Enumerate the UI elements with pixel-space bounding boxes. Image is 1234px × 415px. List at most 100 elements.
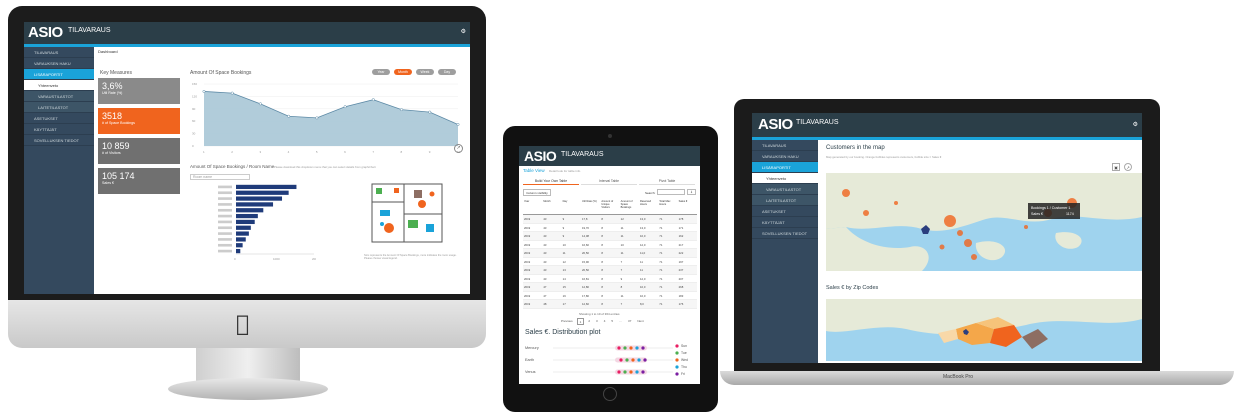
data-point[interactable] (637, 358, 641, 362)
data-point[interactable] (623, 346, 627, 350)
sidebar-item[interactable]: SOVELLUKSEN TIEDOT (24, 135, 94, 146)
range-year-button[interactable]: Year (372, 69, 390, 75)
bar[interactable] (236, 243, 243, 248)
bar[interactable] (236, 219, 255, 225)
brand-logo[interactable]: ASIO (524, 148, 557, 164)
sidebar-item[interactable]: ASETUKSET (24, 113, 94, 124)
table-row[interactable]: 2019 43 12 15,90 8 7 11 71 197 (523, 258, 697, 266)
pagination-button[interactable]: Previous (559, 318, 575, 325)
sidebar-item[interactable]: KÄYTTÄJÄT (24, 124, 94, 135)
kpi-space-bookings[interactable]: 3518 # of Space Bookings (98, 108, 180, 134)
data-point[interactable] (315, 116, 319, 120)
data-point[interactable] (456, 123, 460, 126)
pagination-button[interactable]: 1 (576, 318, 585, 325)
sidebar-item[interactable]: KÄYTTÄJÄT (752, 217, 818, 228)
column-header[interactable]: Amount of Unique Visitors (600, 199, 619, 214)
table-row[interactable]: 2019 43 10 16,60 8 10 12,0 71 217 (523, 241, 697, 249)
data-point[interactable] (230, 91, 234, 95)
data-point[interactable] (202, 89, 206, 93)
table-row[interactable]: 2019 43 9 17,8 8 12 13,0 71 178 (523, 215, 697, 224)
data-point[interactable] (400, 108, 404, 112)
export-button[interactable]: ⇩ (687, 189, 696, 195)
bar[interactable] (236, 208, 264, 213)
sidebar-item[interactable]: ASETUKSET (752, 206, 818, 217)
pagination-button[interactable]: … (617, 318, 624, 325)
data-point[interactable] (641, 370, 645, 374)
sidebar-item[interactable]: TILAVARAUS (752, 140, 818, 151)
customers-map[interactable]: Bookings 1 / Customer 1 Sales € 1174 (826, 173, 1142, 271)
bar[interactable] (236, 225, 251, 230)
data-point[interactable] (631, 358, 635, 362)
data-point[interactable] (629, 346, 633, 350)
data-point[interactable] (287, 114, 291, 118)
bar[interactable] (236, 202, 274, 207)
table-row[interactable]: 2019 47 16 17,80 8 11 10,0 71 183 (523, 292, 697, 300)
range-month-button[interactable]: Month (394, 69, 412, 75)
sidebar-item[interactable]: VARAUSTILASTOT (752, 184, 818, 195)
brand-logo[interactable]: ASIO (28, 24, 63, 41)
sidebar-item[interactable]: VARAUKSEN HAKU (24, 58, 94, 69)
camera-icon[interactable]: ▣ (1112, 163, 1120, 171)
data-point[interactable] (643, 358, 647, 362)
pagination-button[interactable]: 3 (594, 318, 600, 325)
pagination-button[interactable]: 5 (609, 318, 615, 325)
expand-icon[interactable]: ↗ (454, 144, 463, 153)
table-row[interactable]: 2019 43 13 20,50 8 7 11 71 237 (523, 266, 697, 275)
range-day-button[interactable]: Day (438, 69, 456, 75)
column-header[interactable]: Year (523, 199, 542, 214)
room-filter-input[interactable]: Room name (190, 174, 250, 180)
data-point[interactable] (617, 346, 621, 350)
table-row[interactable]: 2019 48 17 12,60 8 7 8,0 71 176 (523, 300, 697, 309)
expand-icon[interactable]: ↗ (1124, 163, 1132, 171)
sidebar-item[interactable]: VARAUSTILASTOT (24, 91, 94, 102)
bar[interactable] (236, 248, 241, 254)
column-header[interactable]: Sales € (678, 199, 697, 214)
subtab-interval-table[interactable]: Interval Table (581, 178, 637, 185)
data-point[interactable] (641, 346, 645, 350)
table-row[interactable]: 2019 43 11 20,50 8 11 11,0 71 222 (523, 249, 697, 258)
column-header[interactable]: Month (542, 199, 561, 214)
pagination-button[interactable]: 37 (626, 318, 633, 325)
kpi-sales[interactable]: 105 174 Sales € (98, 168, 180, 194)
range-week-button[interactable]: Week (416, 69, 434, 75)
bar[interactable] (236, 190, 289, 195)
subtab-pivot-table[interactable]: Pivot Table (639, 178, 695, 185)
subtab-build-table[interactable]: Build Your Own Table (523, 178, 579, 185)
table-row[interactable]: 2019 43 9 14,08 8 11 10,0 71 162 (523, 232, 697, 241)
bar[interactable] (236, 184, 297, 190)
data-point[interactable] (623, 370, 627, 374)
search-input[interactable] (657, 189, 685, 195)
kpi-visitors[interactable]: 10 859 # of Visitors (98, 138, 180, 164)
zip-code-map[interactable] (826, 299, 1142, 361)
data-point[interactable] (629, 370, 633, 374)
column-visibility-button[interactable]: Column visibility (523, 189, 551, 196)
pagination-button[interactable]: 4 (602, 318, 608, 325)
bar[interactable] (236, 196, 283, 201)
sidebar-item[interactable]: TILAVARAUS (24, 47, 94, 58)
column-header[interactable]: Day (562, 199, 581, 214)
data-point[interactable] (625, 358, 629, 362)
pagination-button[interactable]: Next (635, 318, 645, 325)
sidebar-item[interactable]: Yhteenveto (24, 80, 94, 91)
column-header[interactable]: Reserved Hours (639, 199, 658, 214)
bar[interactable] (236, 213, 258, 219)
data-point[interactable] (635, 370, 639, 374)
sidebar-item[interactable]: LAITETILASTOT (752, 195, 818, 206)
data-point[interactable] (617, 370, 621, 374)
column-header[interactable]: Total Max Hours (658, 199, 677, 214)
bar[interactable] (236, 237, 246, 242)
table-row[interactable]: 2019 43 14 16,81 8 9 12,0 71 207 (523, 275, 697, 283)
pagination-button[interactable]: 2 (586, 318, 592, 325)
kpi-util-rate[interactable]: 3,6% Util Rate (%) (98, 78, 180, 104)
bar[interactable] (236, 231, 249, 236)
data-point[interactable] (371, 98, 375, 102)
settings-icon[interactable]: ⚙ (461, 28, 466, 35)
data-point[interactable] (428, 110, 432, 114)
table-row[interactable]: 2019 47 15 12,80 8 8 10,0 71 268 (523, 283, 697, 292)
sidebar-item[interactable]: SOVELLUKSEN TIEDOT (752, 228, 818, 239)
data-point[interactable] (258, 102, 262, 106)
data-point[interactable] (619, 358, 623, 362)
brand-logo[interactable]: ASIO (758, 116, 793, 133)
sidebar-item[interactable]: LISÄRAPORTIT (752, 162, 818, 173)
data-point[interactable] (343, 105, 347, 109)
